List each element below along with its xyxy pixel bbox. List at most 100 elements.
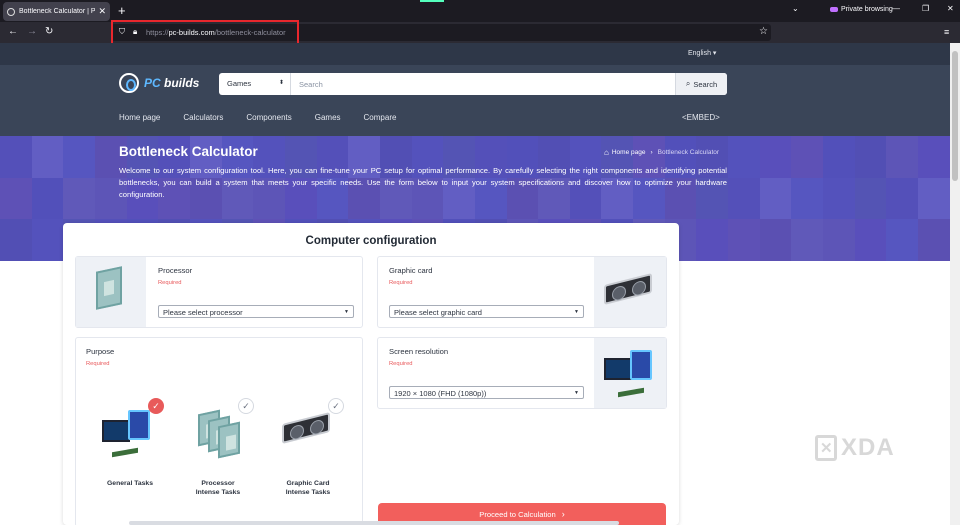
purpose-label: Purpose xyxy=(86,347,115,356)
processor-panel: Processor Required Please select process… xyxy=(75,256,363,328)
language-selector[interactable]: English ▾ xyxy=(688,49,716,57)
private-browsing-label: Private browsing xyxy=(841,6,893,13)
chevron-down-icon: ▼ xyxy=(574,309,579,315)
proceed-label: Proceed to Calculation xyxy=(479,509,556,519)
pc-case-icon xyxy=(630,350,652,380)
purpose-option-label-line1: General Tasks xyxy=(107,480,153,487)
processor-select-value: Please select processor xyxy=(163,308,243,317)
close-tab-icon[interactable]: ✕ xyxy=(98,6,106,17)
processor-select[interactable]: Please select processor ▼ xyxy=(158,305,354,318)
nav-calculators[interactable]: Calculators xyxy=(183,113,223,122)
browser-tab-bar: Bottleneck Calculator | PC Builds ✕ + ⌄ … xyxy=(0,0,960,22)
breadcrumb-home[interactable]: Home page xyxy=(612,149,646,156)
purpose-panel: Purpose Required ✓ General Tasks ✓ Proce… xyxy=(75,337,363,525)
graphic-card-select[interactable]: Please select graphic card ▼ xyxy=(389,305,584,318)
unselected-check-icon: ✓ xyxy=(238,398,254,414)
screen-resolution-select[interactable]: 1920 × 1080 (FHD (1080p)) ▼ xyxy=(389,386,584,399)
tab-accent-line xyxy=(420,0,444,2)
purpose-option-label-line1: Processor xyxy=(201,480,235,487)
menu-icon[interactable]: ≡ xyxy=(944,27,949,37)
logo-prefix: PC xyxy=(144,76,161,90)
home-icon: ⌂ xyxy=(604,148,609,157)
list-tabs-icon[interactable]: ⌄ xyxy=(792,4,799,13)
embed-link[interactable]: <EMBED> xyxy=(682,113,720,122)
pc-case-icon xyxy=(128,410,150,440)
nav-home-page[interactable]: Home page xyxy=(119,113,160,122)
search-icon: ⌕ xyxy=(685,79,691,88)
nav-components[interactable]: Components xyxy=(246,113,291,122)
chevron-right-icon: › xyxy=(561,509,565,519)
browser-tab[interactable]: Bottleneck Calculator | PC Builds ✕ xyxy=(3,2,110,21)
unselected-check-icon: ✓ xyxy=(328,398,344,414)
pc-builds-logo-icon xyxy=(119,73,139,93)
purpose-required: Required xyxy=(86,361,110,367)
processor-required: Required xyxy=(158,280,182,286)
xda-watermark-text: XDA xyxy=(841,434,895,461)
site-top-bar: English ▾ xyxy=(0,43,950,65)
screen-resolution-panel: Screen resolution Required 1920 × 1080 (… xyxy=(377,337,667,409)
nav-games[interactable]: Games xyxy=(315,113,341,122)
monitor-icon xyxy=(102,420,130,442)
graphic-card-label: Graphic card xyxy=(389,266,433,275)
screen-resolution-image xyxy=(594,338,666,408)
vertical-scrollbar[interactable] xyxy=(950,43,960,525)
purpose-option-label-line2: Intense Tasks xyxy=(195,488,241,496)
screen-resolution-value: 1920 × 1080 (FHD (1080p)) xyxy=(394,389,487,398)
logo-suffix: builds xyxy=(160,76,200,90)
updown-arrow-icon: ⬍ xyxy=(278,80,284,86)
purpose-option-processor-intense[interactable]: ✓ Processor Intense Tasks xyxy=(178,398,258,498)
new-tab-button[interactable]: + xyxy=(118,3,126,18)
main-nav: Home page Calculators Components Games C… xyxy=(119,113,419,122)
cpu-chip-icon xyxy=(218,421,240,459)
selected-check-icon: ✓ xyxy=(148,398,164,414)
forward-icon[interactable]: → xyxy=(27,26,37,37)
screen-resolution-label: Screen resolution xyxy=(389,347,449,356)
close-window-icon[interactable]: ✕ xyxy=(947,4,954,13)
graphic-card-select-value: Please select graphic card xyxy=(394,308,482,317)
bookmark-star-icon[interactable]: ☆ xyxy=(759,26,768,37)
purpose-option-graphic-card-intense[interactable]: ✓ Graphic Card Intense Tasks xyxy=(268,398,348,498)
purpose-option-label: Graphic Card Intense Tasks xyxy=(268,480,348,497)
site-favicon-icon xyxy=(7,7,15,16)
site-search: Games ⬍ ⌕ Search xyxy=(219,73,727,95)
site-logo[interactable]: PC builds xyxy=(119,73,199,93)
logo-text: PC builds xyxy=(144,76,199,90)
search-button[interactable]: ⌕ Search xyxy=(675,73,727,95)
gpu-icon xyxy=(604,273,652,305)
xda-watermark: XDA xyxy=(815,434,895,462)
monitor-icon xyxy=(604,358,632,380)
back-icon[interactable]: ← xyxy=(8,26,18,37)
scrollbar-thumb[interactable] xyxy=(952,51,958,181)
reload-icon[interactable]: ↻ xyxy=(45,26,53,37)
url-highlight-box xyxy=(111,20,299,45)
chevron-down-icon: ▼ xyxy=(574,390,579,396)
minimize-window-icon[interactable]: — xyxy=(892,4,900,13)
private-browsing-indicator: Private browsing xyxy=(830,6,893,13)
processor-label: Processor xyxy=(158,266,193,275)
configuration-card: Computer configuration Processor Require… xyxy=(63,223,679,525)
hero-description: Welcome to our system configuration tool… xyxy=(119,166,727,199)
chevron-down-icon: ▼ xyxy=(344,309,349,315)
search-button-label: Search xyxy=(693,79,718,89)
graphic-card-image xyxy=(594,257,666,327)
page-title: Bottleneck Calculator xyxy=(119,144,258,159)
graphic-card-panel: Graphic card Required Please select grap… xyxy=(377,256,667,328)
horizontal-scrollbar[interactable] xyxy=(129,521,619,525)
processor-image xyxy=(76,257,146,327)
nav-compare[interactable]: Compare xyxy=(364,113,397,122)
purpose-option-label-line2: Intense Tasks xyxy=(285,488,331,496)
breadcrumb-current: Bottleneck Calculator xyxy=(657,149,720,156)
keyboard-icon xyxy=(112,447,138,458)
site-header: PC builds Games ⬍ ⌕ Search Home page Cal… xyxy=(0,65,950,136)
search-category-value: Games xyxy=(227,79,252,88)
purpose-option-label-line1: Graphic Card xyxy=(286,480,330,487)
cpu-chip-icon xyxy=(96,266,122,310)
purpose-option-general-tasks[interactable]: ✓ General Tasks xyxy=(90,398,170,498)
purpose-option-label: Processor Intense Tasks xyxy=(178,480,258,497)
search-category-select[interactable]: Games ⬍ xyxy=(219,73,291,95)
keyboard-icon xyxy=(618,387,644,398)
restore-window-icon[interactable]: ❐ xyxy=(922,4,929,13)
screen-resolution-required: Required xyxy=(389,361,413,367)
search-input[interactable] xyxy=(299,73,669,95)
breadcrumb: ⌂ Home page › Bottleneck Calculator xyxy=(604,148,719,157)
